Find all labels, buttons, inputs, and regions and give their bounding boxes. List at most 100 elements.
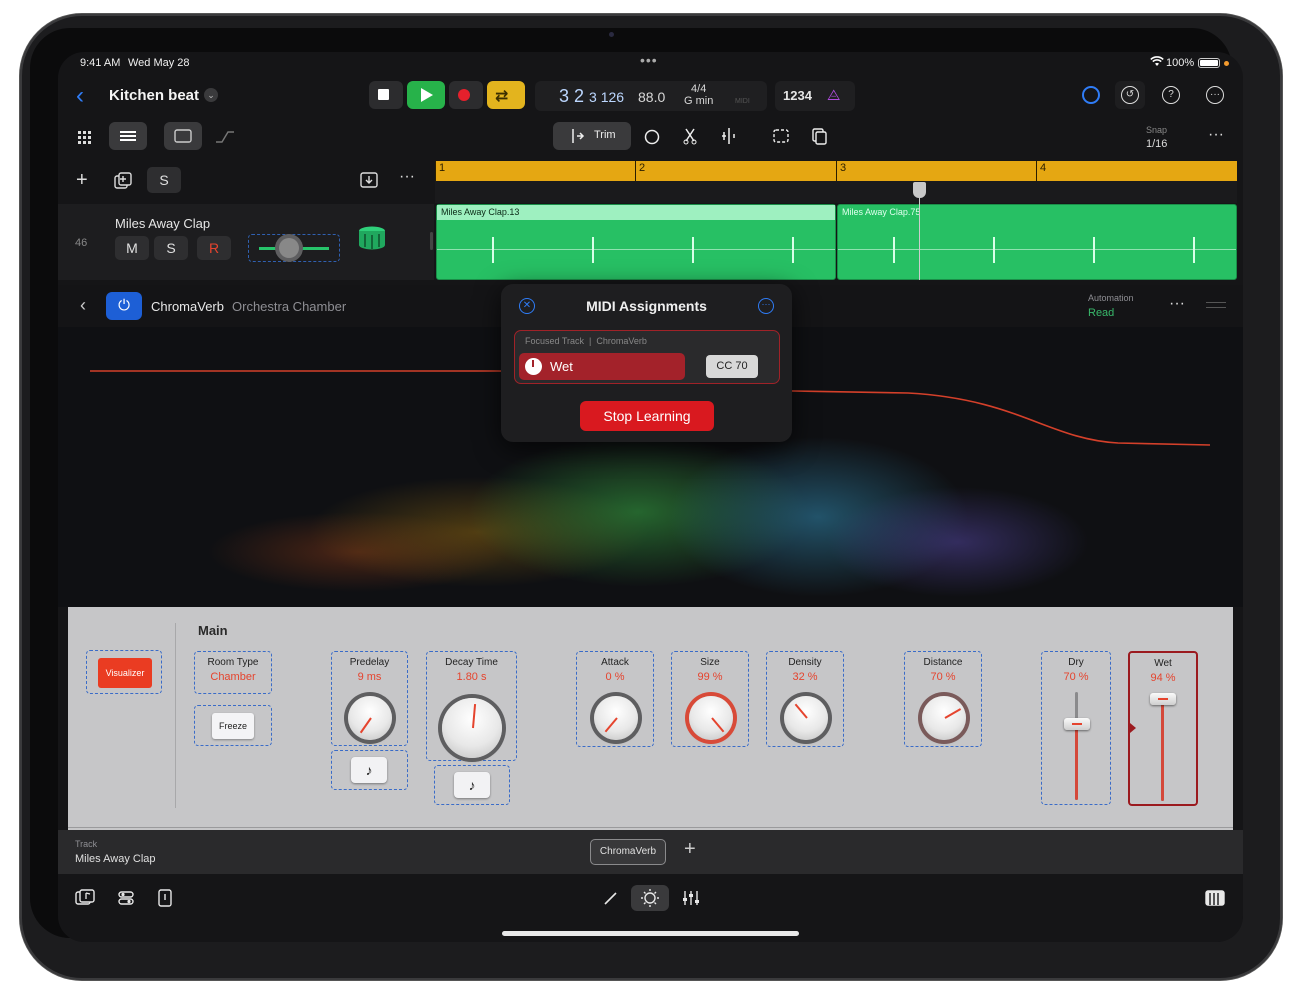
music-note-icon[interactable]: ♪	[454, 772, 490, 798]
marquee-icon	[773, 129, 789, 143]
param-value: 94 %	[1150, 672, 1176, 684]
size-knob[interactable]	[689, 696, 733, 740]
plugin-slot-button[interactable]: ChromaVerb	[590, 839, 666, 865]
visualizer-button[interactable]: Visualizer	[98, 658, 152, 688]
param-label: Dry	[1068, 657, 1084, 668]
param-value: 70 %	[930, 671, 956, 683]
decay-time-knob[interactable]	[442, 698, 502, 758]
history-button[interactable]: ↺	[1115, 81, 1145, 109]
music-note-icon[interactable]: ♪	[351, 757, 387, 783]
room-type-menu[interactable]: Room Type Chamber	[194, 651, 272, 694]
waveform-peak	[792, 237, 794, 263]
attack-control: Attack 0 %	[576, 651, 654, 747]
plugins-icon[interactable]	[117, 889, 135, 907]
more-options-icon[interactable]: ···	[758, 298, 774, 314]
predelay-sync-box: ♪	[331, 750, 408, 790]
automation-view-button[interactable]	[210, 122, 240, 150]
predelay-knob[interactable]	[348, 696, 392, 740]
plugin-preset[interactable]: Orchestra Chamber	[232, 299, 346, 314]
keyboard-icon[interactable]	[1205, 889, 1225, 907]
midi-indicator: MIDI	[735, 98, 750, 105]
drum-machine-icon	[359, 226, 385, 250]
project-title[interactable]: Kitchen beat	[109, 87, 199, 104]
tracks-view-button[interactable]	[109, 122, 147, 150]
param-label: Room Type	[207, 657, 259, 668]
position-ticks: 3 126	[589, 89, 625, 105]
lcd-display[interactable]: 3 2 3 126 88.0 4/4 G min MIDI	[535, 81, 767, 111]
more-options-icon[interactable]: ···	[1169, 295, 1185, 313]
playhead-handle[interactable]	[913, 182, 926, 198]
more-options-icon[interactable]: ···	[399, 168, 415, 186]
chevron-down-icon[interactable]: ⌄	[204, 88, 218, 102]
help-icon[interactable]: ?	[1162, 86, 1180, 104]
status-date: Wed May 28	[128, 57, 190, 69]
mute-button[interactable]: M	[115, 236, 149, 260]
add-plugin-icon[interactable]: +	[684, 838, 696, 861]
duplicate-track-icon[interactable]	[114, 172, 132, 190]
cc-number-badge[interactable]: CC 70	[706, 355, 758, 378]
split-tool-button[interactable]	[714, 122, 744, 150]
metronome-icon[interactable]: ⨺	[827, 87, 840, 104]
dry-fader-thumb[interactable]	[1064, 718, 1090, 731]
solo-button[interactable]: S	[154, 236, 188, 260]
multitask-dots-icon[interactable]: •••	[640, 52, 658, 68]
bar-number: 2	[639, 162, 646, 174]
more-options-icon[interactable]: ···	[1206, 86, 1224, 104]
audio-region[interactable]: Miles Away Clap.13	[436, 204, 836, 280]
global-solo-button[interactable]: S	[147, 167, 181, 193]
back-chevron-icon[interactable]: ‹	[80, 295, 86, 316]
mixer-icon[interactable]	[681, 889, 701, 907]
marquee-tool-button[interactable]	[766, 122, 796, 150]
stop-button[interactable]	[369, 81, 403, 109]
home-indicator[interactable]	[502, 931, 799, 936]
bottom-toolbar	[58, 876, 1243, 942]
freeze-box: Freeze	[194, 705, 272, 746]
track-resize-handle[interactable]	[430, 232, 433, 250]
add-track-icon[interactable]: +	[76, 169, 88, 192]
param-label: Wet	[1154, 658, 1172, 669]
knob-indicator	[472, 704, 477, 729]
count-in-button[interactable]: 1234	[783, 88, 812, 103]
midi-assignments-popover: ✕ MIDI Assignments ··· Focused Track | C…	[501, 284, 792, 442]
cycle-button[interactable]: ⇄	[487, 81, 525, 109]
visualizer-toggle-box: Visualizer	[86, 650, 162, 694]
scissors-tool-button[interactable]	[675, 122, 705, 150]
plugin-power-button[interactable]: ⏻	[106, 292, 142, 320]
audio-region[interactable]: Miles Away Clap.75	[837, 204, 1237, 280]
wet-fader-thumb[interactable]	[1150, 693, 1176, 706]
snap-value[interactable]: 1/16	[1146, 138, 1167, 150]
assigned-parameter-row[interactable]: Wet	[519, 353, 685, 380]
distance-knob[interactable]	[922, 696, 966, 740]
bar-ruler[interactable]: 1 2 3 4	[435, 161, 1237, 201]
volume-slider[interactable]	[248, 234, 340, 262]
loop-tool-button[interactable]	[637, 122, 667, 150]
back-chevron-icon[interactable]: ‹	[76, 84, 84, 108]
live-loops-icon[interactable]	[1082, 86, 1100, 104]
copy-tool-button[interactable]	[804, 122, 834, 150]
track-row[interactable]: 46 Miles Away Clap M S R	[58, 204, 434, 280]
more-options-icon[interactable]: ···	[1208, 126, 1224, 144]
param-label: Density	[788, 657, 822, 668]
list-icon	[120, 131, 136, 141]
bar-number: 4	[1040, 162, 1047, 174]
attack-knob[interactable]	[594, 696, 638, 740]
download-icon[interactable]	[360, 172, 378, 188]
record-button[interactable]	[449, 81, 483, 109]
plugin-view-button[interactable]	[631, 885, 669, 911]
trim-tool-button[interactable]: Trim	[553, 122, 631, 150]
popover-title: MIDI Assignments	[586, 298, 707, 314]
browser-icon[interactable]	[75, 889, 95, 907]
stop-learning-button[interactable]: Stop Learning	[580, 401, 714, 431]
density-knob[interactable]	[784, 696, 828, 740]
automation-mode[interactable]: Read	[1088, 307, 1114, 319]
editor-button[interactable]	[164, 122, 202, 150]
pencil-icon[interactable]	[602, 889, 620, 907]
play-button[interactable]	[407, 81, 445, 109]
waveform-peak	[1193, 237, 1195, 263]
volume-knob[interactable]	[279, 238, 299, 258]
freeze-button[interactable]: Freeze	[212, 713, 254, 739]
record-enable-button[interactable]: R	[197, 236, 231, 260]
inspector-icon[interactable]	[158, 889, 172, 907]
grid-view-button[interactable]	[68, 122, 102, 150]
resize-grip-icon[interactable]	[1206, 302, 1226, 308]
